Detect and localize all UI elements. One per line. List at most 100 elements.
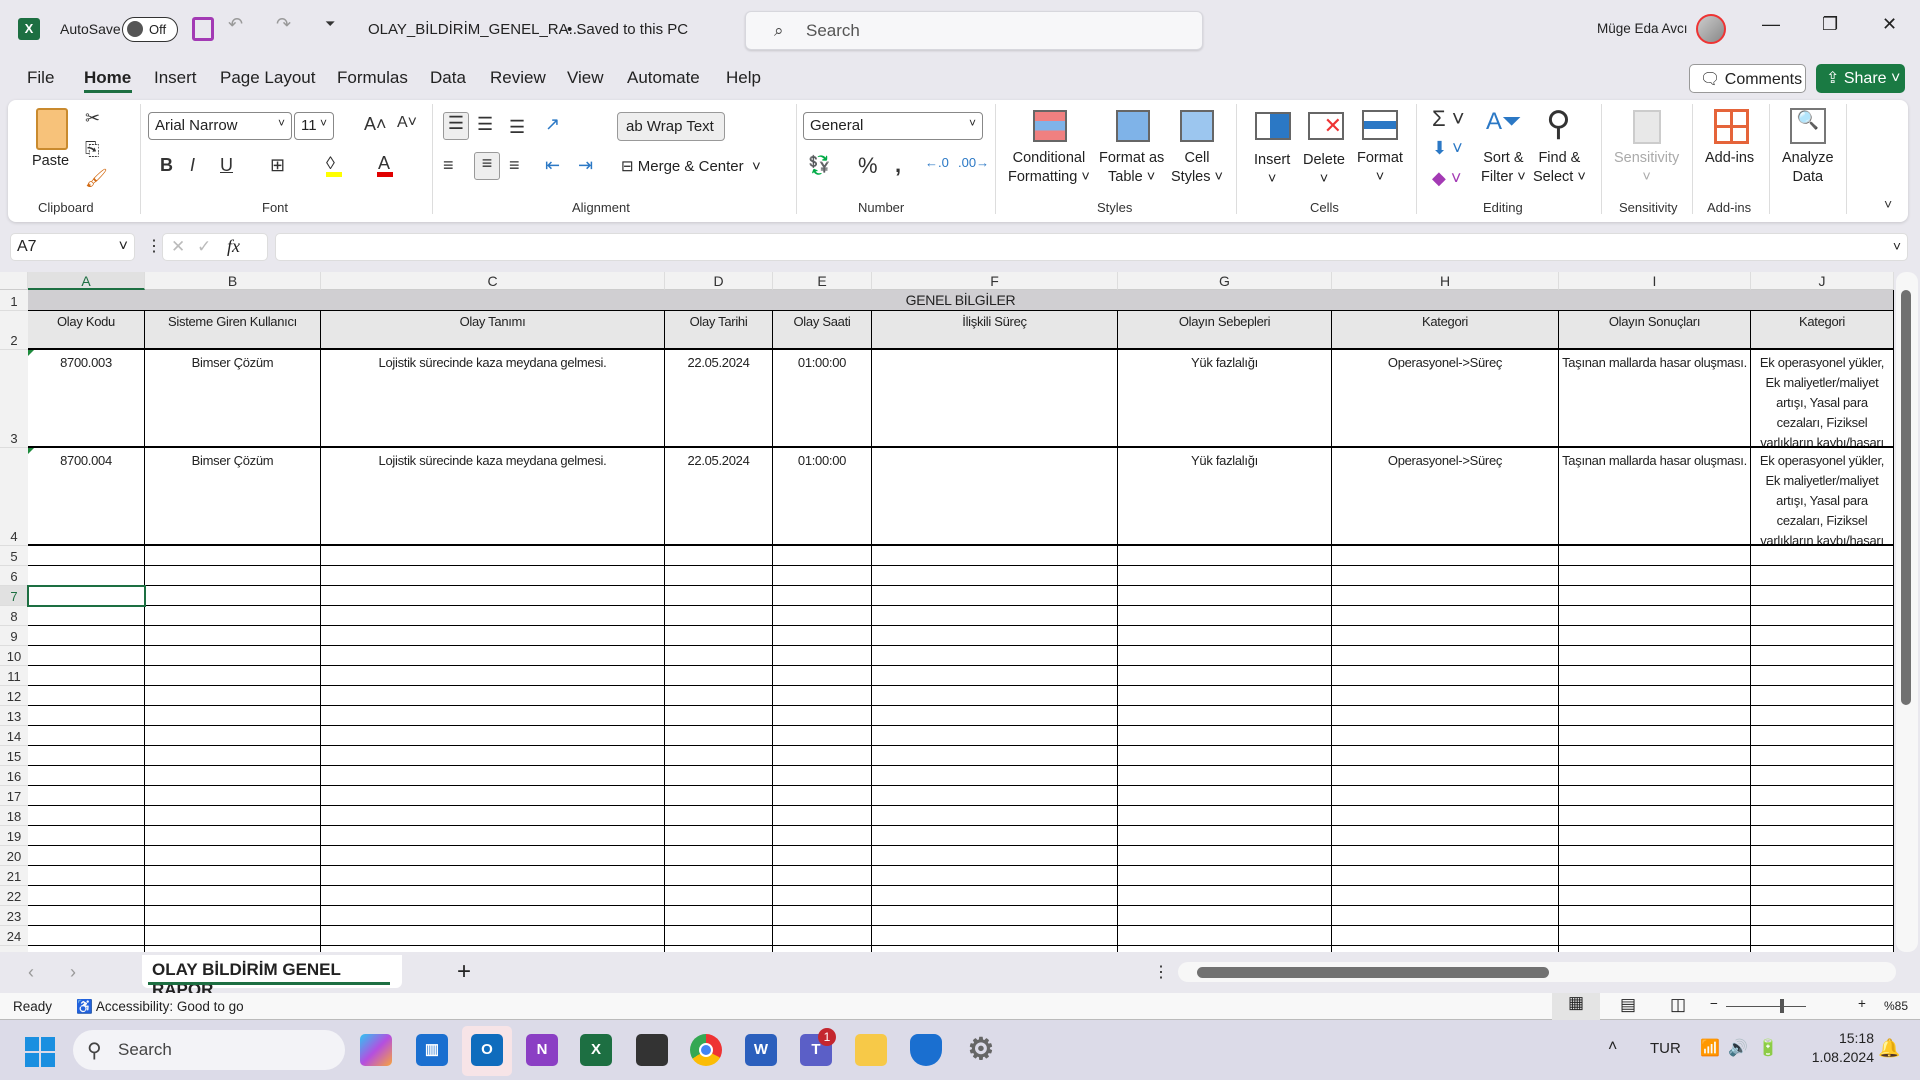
prev-sheet-icon[interactable]: ‹ [28,962,34,983]
data-cell[interactable]: 01:00:00 [773,448,872,546]
empty-cell[interactable] [145,646,321,666]
page-break-view-icon[interactable]: ◫ [1670,995,1686,1015]
autosave-toggle[interactable]: Off [122,17,178,42]
paste-button[interactable]: Paste [32,152,69,171]
empty-cell[interactable] [1332,606,1559,626]
empty-cell[interactable] [872,586,1118,606]
empty-cell[interactable] [1751,586,1894,606]
empty-cell[interactable] [1118,566,1332,586]
empty-cell[interactable] [321,866,665,886]
insert-function-icon[interactable]: fx [227,236,240,257]
empty-cell[interactable] [1332,826,1559,846]
empty-cell[interactable] [145,946,321,952]
collapse-ribbon-icon[interactable]: ˅ [1884,196,1892,212]
onenote-icon[interactable]: N [526,1034,558,1066]
empty-cell[interactable] [872,866,1118,886]
empty-cell[interactable] [773,806,872,826]
normal-view-icon[interactable]: ▦ [1552,993,1600,1020]
empty-cell[interactable] [145,886,321,906]
format-as-table-button[interactable]: Format as Table ˅ [1099,149,1164,187]
empty-cell[interactable] [28,686,145,706]
data-cell[interactable]: Bimser Çözüm [145,448,321,546]
vertical-scroll-thumb[interactable] [1901,290,1911,705]
row-header[interactable]: 12 [0,686,28,706]
tab-formulas[interactable]: Formulas [337,68,408,88]
empty-cell[interactable] [773,746,872,766]
column-header-A[interactable]: A [28,272,145,290]
empty-cell[interactable] [321,626,665,646]
empty-cell[interactable] [665,646,773,666]
empty-cell[interactable] [1118,826,1332,846]
data-cell[interactable]: Lojistik sürecinde kaza meydana gelmesi. [321,448,665,546]
notifications-icon[interactable]: 🔔 [1878,1038,1900,1059]
row-header[interactable]: 25 [0,946,28,952]
empty-cell[interactable] [773,726,872,746]
empty-cell[interactable] [1118,726,1332,746]
empty-cell[interactable] [28,886,145,906]
autosum-icon[interactable]: Σ ˅ [1432,106,1465,132]
row-header[interactable]: 3 [0,350,28,448]
cut-icon[interactable]: ✂ [85,108,100,129]
empty-cell[interactable] [28,606,145,626]
empty-cell[interactable] [1332,726,1559,746]
empty-cell[interactable] [321,686,665,706]
sticky-notes-icon[interactable] [636,1034,668,1066]
empty-cell[interactable] [1118,946,1332,952]
copy-icon[interactable]: ⎘ [85,139,99,160]
empty-cell[interactable] [1332,586,1559,606]
column-header-F[interactable]: F [872,272,1118,290]
empty-cell[interactable] [145,926,321,946]
empty-cell[interactable] [665,746,773,766]
column-header-G[interactable]: G [1118,272,1332,290]
settings-icon[interactable]: ⚙ [965,1034,997,1066]
empty-cell[interactable] [145,726,321,746]
empty-cell[interactable] [1751,606,1894,626]
empty-cell[interactable] [665,626,773,646]
empty-cell[interactable] [1751,666,1894,686]
empty-cell[interactable] [1118,866,1332,886]
empty-cell[interactable] [872,546,1118,566]
header-cell[interactable]: Olayın Sebepleri [1118,311,1332,350]
empty-cell[interactable] [1751,646,1894,666]
empty-cell[interactable] [1118,666,1332,686]
empty-cell[interactable] [145,626,321,646]
empty-cell[interactable] [1332,666,1559,686]
row-header[interactable]: 21 [0,866,28,886]
empty-cell[interactable] [773,946,872,952]
empty-cell[interactable] [1332,546,1559,566]
save-icon[interactable] [192,17,214,41]
excel-taskbar-icon[interactable]: X [580,1034,612,1066]
search-box[interactable]: ⌕ Search [745,11,1203,50]
tab-review[interactable]: Review [490,68,546,88]
header-cell[interactable]: Olay Tanımı [321,311,665,350]
empty-cell[interactable] [321,766,665,786]
tab-home[interactable]: Home [84,68,131,88]
row-header[interactable]: 10 [0,646,28,666]
minimize-icon[interactable]: — [1762,14,1780,35]
orientation-icon[interactable]: ↗ [545,114,560,135]
empty-cell[interactable] [1751,566,1894,586]
empty-cell[interactable] [1751,846,1894,866]
widgets-icon[interactable]: ▥ [416,1034,448,1066]
empty-cell[interactable] [321,926,665,946]
empty-cell[interactable] [145,586,321,606]
find-select-button[interactable]: Find & Select ˅ [1533,149,1586,187]
empty-cell[interactable] [145,686,321,706]
column-header-I[interactable]: I [1559,272,1751,290]
empty-cell[interactable] [28,846,145,866]
data-cell[interactable]: 22.05.2024 [665,448,773,546]
format-painter-icon[interactable]: 🖌 [85,168,108,189]
cancel-icon[interactable]: ✕ [171,237,185,257]
number-format-select[interactable]: General ˅ [803,112,983,140]
merge-center-button[interactable]: ⊟ Merge & Center ˅ [621,157,761,175]
close-icon[interactable]: ✕ [1882,14,1897,35]
empty-cell[interactable] [872,566,1118,586]
delete-button[interactable]: Delete ˅ [1303,151,1345,189]
row-header[interactable]: 20 [0,846,28,866]
empty-cell[interactable] [1559,826,1751,846]
data-cell[interactable]: 22.05.2024 [665,350,773,448]
empty-cell[interactable] [28,666,145,686]
data-cell[interactable]: Operasyonel->Süreç [1332,350,1559,448]
empty-cell[interactable] [1559,726,1751,746]
empty-cell[interactable] [321,726,665,746]
